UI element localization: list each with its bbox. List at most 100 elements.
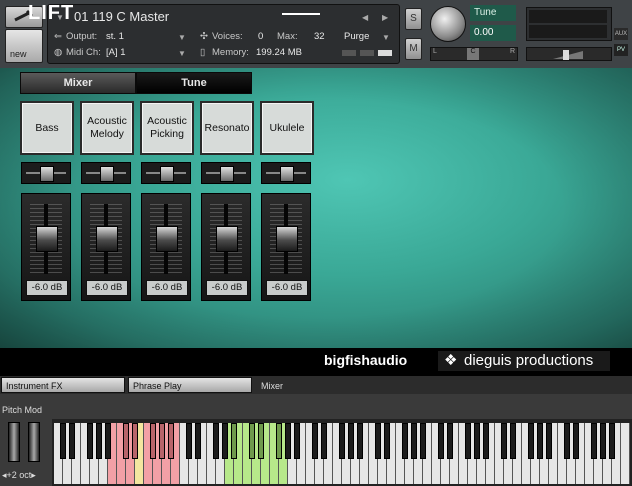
pan-slider-resonato[interactable] [201,162,251,184]
black-key[interactable] [357,423,363,459]
black-key[interactable] [195,423,201,459]
purge-indicator-2 [360,50,374,56]
purge-indicator-3 [378,50,392,56]
tab-mixer-script[interactable]: Mixer [256,377,380,393]
white-key[interactable] [621,423,630,484]
black-key[interactable] [474,423,480,459]
black-key[interactable] [321,423,327,459]
volume-readout-resonato: -6.0 dB [206,280,248,296]
new-instrument-button[interactable]: new [5,29,43,63]
pan-left-label: L [433,48,437,55]
black-key[interactable] [69,423,75,459]
tune-label: Tune [470,5,516,21]
black-key[interactable] [60,423,66,459]
black-key[interactable] [231,423,237,459]
volume-readout-acoustic-picking: -6.0 dB [146,280,188,296]
solo-button[interactable]: S [405,8,422,30]
tab-phrase-play[interactable]: Phrase Play [128,377,252,393]
black-key[interactable] [222,423,228,459]
black-key[interactable] [591,423,597,459]
volume-fader-resonato[interactable]: -6.0 dB [201,193,251,301]
black-key[interactable] [123,423,129,459]
dieguis-logo-text: dieguis productions [464,352,594,369]
tab-tune[interactable]: Tune [136,72,252,94]
mod-wheel[interactable] [28,422,40,462]
volume-fader-acoustic-melody[interactable]: -6.0 dB [81,193,131,301]
black-key[interactable] [528,423,534,459]
black-key[interactable] [276,423,282,459]
volume-slider[interactable] [526,47,612,61]
tune-value[interactable]: 0.00 [470,25,516,41]
black-key[interactable] [564,423,570,459]
midi-dropdown-icon[interactable]: ▼ [178,49,186,58]
purge-menu[interactable]: Purge [344,31,369,42]
voices-icon: ✣ [200,31,208,42]
black-key[interactable] [537,423,543,459]
next-instrument-icon[interactable]: ▶ [382,13,388,22]
black-key[interactable] [312,423,318,459]
octave-shift-control[interactable]: ◂+2 oct▸ [2,470,36,481]
midi-channel-value[interactable]: [A] 1 [106,47,126,58]
black-key[interactable] [420,423,426,459]
black-key[interactable] [105,423,111,459]
tab-instrument-fx[interactable]: Instrument FX [1,377,125,393]
dieguis-logo: ❖ dieguis productions [438,351,610,371]
black-key[interactable] [159,423,165,459]
black-key[interactable] [501,423,507,459]
pan-slider-acoustic-melody[interactable] [81,162,131,184]
instrument-name[interactable]: 01 119 C Master [74,9,169,24]
black-key[interactable] [600,423,606,459]
volume-fader-acoustic-picking[interactable]: -6.0 dB [141,193,191,301]
channel-name-bass: Bass [20,101,74,155]
level-meter [526,7,612,41]
output-label: Output: [66,31,98,42]
black-key[interactable] [573,423,579,459]
channel-name-resonato: Resonato [200,101,254,155]
purge-dropdown-icon[interactable]: ▼ [382,33,390,42]
pan-slider[interactable]: L C R [430,47,518,61]
black-key[interactable] [348,423,354,459]
black-key[interactable] [285,423,291,459]
volume-fader-ukulele[interactable]: -6.0 dB [261,193,311,301]
black-key[interactable] [132,423,138,459]
midi-channel-label: Midi Ch: [66,47,101,58]
black-key[interactable] [483,423,489,459]
pv-button[interactable]: PV [614,44,628,56]
volume-fader-bass[interactable]: -6.0 dB [21,193,71,301]
black-key[interactable] [249,423,255,459]
black-key[interactable] [87,423,93,459]
black-key[interactable] [294,423,300,459]
pan-slider-ukulele[interactable] [261,162,311,184]
black-key[interactable] [375,423,381,459]
tab-mixer[interactable]: Mixer [20,72,136,94]
max-voices-value[interactable]: 32 [314,31,325,42]
black-key[interactable] [510,423,516,459]
black-key[interactable] [402,423,408,459]
pan-slider-bass[interactable] [21,162,71,184]
black-key[interactable] [447,423,453,459]
output-dropdown-icon[interactable]: ▼ [178,33,186,42]
black-key[interactable] [411,423,417,459]
pan-slider-acoustic-picking[interactable] [141,162,191,184]
black-key[interactable] [339,423,345,459]
level-meter-right [529,25,607,38]
mute-button[interactable]: M [405,38,422,60]
purge-indicator-1 [342,50,356,56]
output-value[interactable]: st. 1 [106,31,124,42]
black-key[interactable] [258,423,264,459]
pitch-wheel[interactable] [8,422,20,462]
black-key[interactable] [438,423,444,459]
black-key[interactable] [213,423,219,459]
black-key[interactable] [384,423,390,459]
black-key[interactable] [186,423,192,459]
volume-readout-ukulele: -6.0 dB [266,280,308,296]
black-key[interactable] [96,423,102,459]
black-key[interactable] [150,423,156,459]
black-key[interactable] [465,423,471,459]
aux-button[interactable]: AUX [614,28,628,40]
black-key[interactable] [168,423,174,459]
prev-instrument-icon[interactable]: ◀ [362,13,368,22]
black-key[interactable] [609,423,615,459]
black-key[interactable] [546,423,552,459]
tune-knob[interactable] [430,6,466,42]
